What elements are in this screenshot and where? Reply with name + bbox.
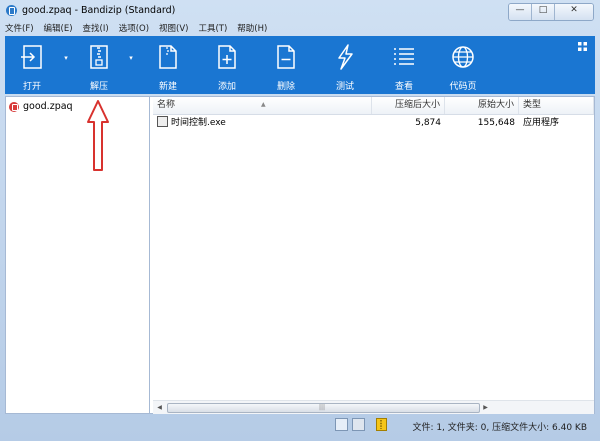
menu-file[interactable]: 文件(F) <box>0 22 39 36</box>
delete-button[interactable]: 删除 <box>262 36 310 94</box>
minimize-button[interactable]: — <box>509 4 531 20</box>
add-button[interactable]: 添加 <box>203 36 251 94</box>
add-label: 添加 <box>217 82 236 92</box>
file-name-cell: 时间控制.exe <box>157 116 370 130</box>
add-file-icon <box>218 45 236 69</box>
window-controls: — □ ✕ <box>508 3 594 21</box>
file-list-header: 名称 ▲ 压缩后大小 原始大小 类型 <box>153 97 594 115</box>
file-list: 名称 ▲ 压缩后大小 原始大小 类型 时间控制.exe 5,874 155,64… <box>153 97 594 414</box>
status-text: 文件: 1, 文件夹: 0, 压缩文件大小: 6.40 KB <box>412 423 587 433</box>
layout-grid-icon[interactable] <box>578 42 587 51</box>
test-button[interactable]: 测试 <box>321 36 369 94</box>
type-cell: 应用程序 <box>523 118 560 128</box>
lightning-test-icon <box>338 44 353 70</box>
column-header-original-size[interactable]: 原始大小 <box>445 97 519 114</box>
tree-item-archive[interactable]: good.zpaq <box>9 100 73 113</box>
grip-icon: ||| <box>319 404 326 411</box>
window-title: good.zpaq - Bandizip (Standard) <box>22 5 176 16</box>
codepage-label: 代码页 <box>449 82 477 92</box>
globe-icon <box>452 46 474 68</box>
title-bar: good.zpaq - Bandizip (Standard) — □ ✕ <box>0 0 600 22</box>
open-arrow-icon <box>21 45 42 69</box>
menu-bar: 文件(F) 编辑(E) 查找(I) 选项(O) 视图(V) 工具(T) 帮助(H… <box>0 22 600 36</box>
codepage-button[interactable]: 代码页 <box>439 36 487 94</box>
folder-tree: good.zpaq <box>6 97 150 413</box>
toolbar: 打开 ▾ 解压 ▾ 新建 添加 删除 测试 查看 代码页 <box>5 36 595 94</box>
packed-size-cell: 5,874 <box>415 118 441 128</box>
exe-file-icon <box>157 116 168 127</box>
new-file-icon <box>159 45 177 69</box>
new-button[interactable]: 新建 <box>144 36 192 94</box>
scrollbar-thumb[interactable]: ||| <box>167 403 480 413</box>
minimize-icon: — <box>515 5 525 15</box>
test-label: 测试 <box>335 82 354 92</box>
extract-label: 解压 <box>89 82 108 92</box>
list-view-icon <box>394 48 414 65</box>
archive-icon <box>9 101 19 112</box>
archive-info-icon[interactable] <box>376 418 387 431</box>
column-header-packed-size[interactable]: 压缩后大小 <box>372 97 445 114</box>
original-size-cell: 155,648 <box>477 118 515 128</box>
extract-dropdown-chevron-icon[interactable]: ▾ <box>127 54 135 62</box>
maximize-icon: □ <box>538 5 548 15</box>
column-header-name[interactable]: 名称 ▲ <box>153 97 372 114</box>
table-row[interactable]: 时间控制.exe 5,874 155,648 应用程序 <box>153 116 594 130</box>
tree-item-label: good.zpaq <box>23 101 73 112</box>
thumbnail-view-button[interactable] <box>352 418 365 431</box>
new-label: 新建 <box>158 82 177 92</box>
view-label: 查看 <box>394 82 413 92</box>
status-bar: 文件: 1, 文件夹: 0, 压缩文件大小: 6.40 KB <box>5 415 595 435</box>
horizontal-scrollbar[interactable]: ◀ ||| ▶ <box>153 400 594 414</box>
scroll-right-icon[interactable]: ▶ <box>480 402 491 413</box>
sort-ascending-icon: ▲ <box>261 101 266 108</box>
menu-options[interactable]: 选项(O) <box>114 22 154 36</box>
extract-button[interactable]: 解压 <box>75 36 123 94</box>
bandizip-window: good.zpaq - Bandizip (Standard) — □ ✕ 文件… <box>0 0 600 441</box>
view-button[interactable]: 查看 <box>380 36 428 94</box>
file-name: 时间控制.exe <box>171 118 226 128</box>
delete-file-icon <box>277 45 295 69</box>
column-name-label: 名称 <box>157 100 176 110</box>
menu-help[interactable]: 帮助(H) <box>232 22 272 36</box>
menu-edit[interactable]: 编辑(E) <box>39 22 78 36</box>
column-header-type[interactable]: 类型 <box>519 97 594 114</box>
open-button[interactable]: 打开 <box>8 36 56 94</box>
menu-view[interactable]: 视图(V) <box>154 22 193 36</box>
open-dropdown-chevron-icon[interactable]: ▾ <box>62 54 70 62</box>
red-arrow-annotation <box>87 100 109 171</box>
scroll-left-icon[interactable]: ◀ <box>154 402 165 413</box>
menu-tools[interactable]: 工具(T) <box>193 22 232 36</box>
menu-find[interactable]: 查找(I) <box>78 22 114 36</box>
bandizip-app-icon[interactable] <box>6 5 17 16</box>
delete-label: 删除 <box>276 82 295 92</box>
zip-extract-icon <box>90 45 108 69</box>
maximize-button[interactable]: □ <box>531 4 554 20</box>
open-label: 打开 <box>22 82 41 92</box>
close-button[interactable]: ✕ <box>554 4 593 20</box>
details-view-button[interactable] <box>335 418 348 431</box>
close-icon: ✕ <box>570 5 578 15</box>
